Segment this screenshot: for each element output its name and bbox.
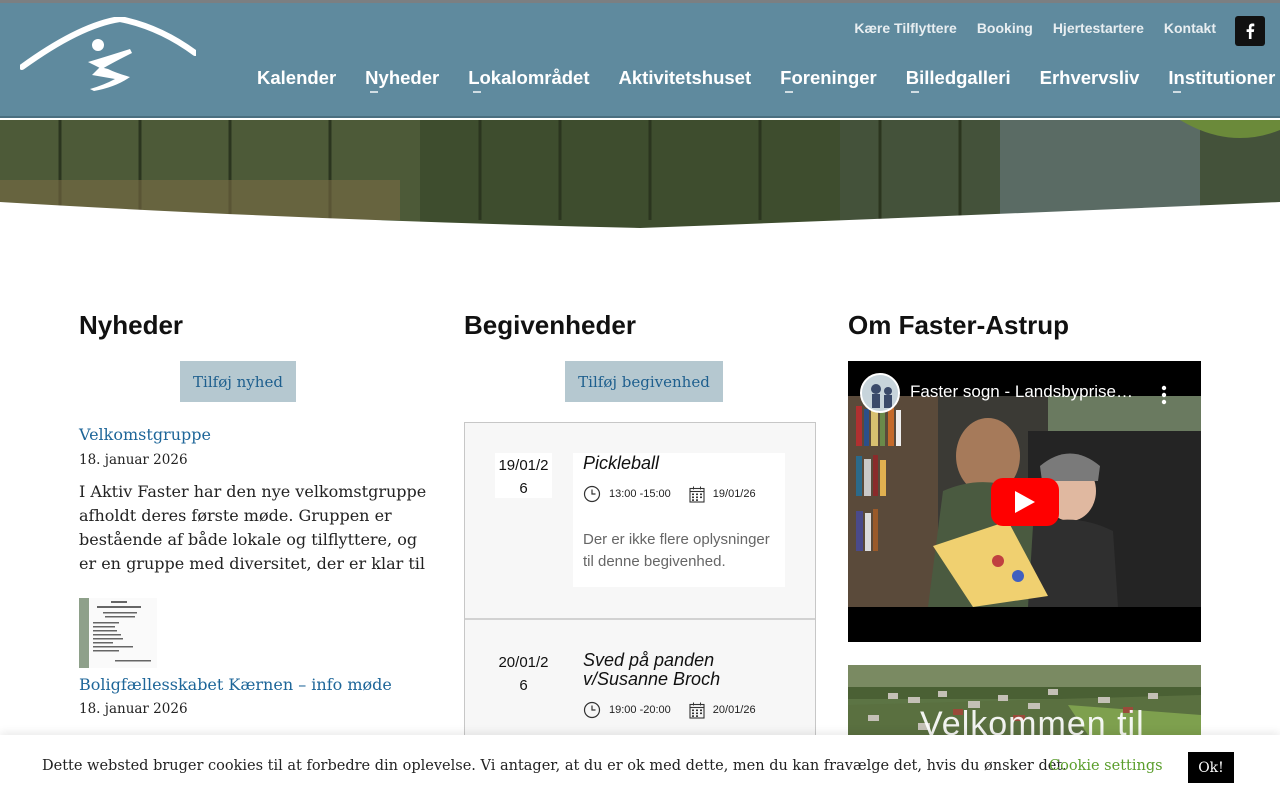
nav-erhvervsliv[interactable]: Erhvervsliv xyxy=(1040,67,1140,89)
news-item-date: 18. januar 2026 xyxy=(79,701,188,717)
event-date-line: 6 xyxy=(519,677,528,694)
secnav-booking[interactable]: Booking xyxy=(977,20,1033,36)
channel-avatar[interactable] xyxy=(860,373,900,413)
cookie-banner: Dette websted bruger cookies til at forb… xyxy=(0,735,1280,800)
nav-institutioner[interactable]: Institutioner xyxy=(1168,67,1276,93)
more-options-icon[interactable] xyxy=(1160,385,1168,405)
news-heading: Nyheder xyxy=(79,310,184,340)
event-divider xyxy=(465,618,815,620)
site-header: Kære Tilflyttere Booking Hjertestartere … xyxy=(0,3,1280,118)
nav-foreninger[interactable]: Foreninger xyxy=(780,67,877,93)
main-nav: Kalender Nyheder Lokalområdet Aktivitets… xyxy=(257,67,1276,93)
nav-label: Foreninger xyxy=(780,67,877,88)
event-meta: 13:00 -15:00 19/01/26 xyxy=(583,485,775,503)
calendar-icon xyxy=(689,702,705,719)
video-title[interactable]: Faster sogn - Landsbyprise… xyxy=(910,382,1133,402)
cookie-message: Dette websted bruger cookies til at forb… xyxy=(42,758,1067,774)
nav-kalender[interactable]: Kalender xyxy=(257,67,336,89)
nav-label: Lokalområdet xyxy=(468,67,590,88)
nav-billedgalleri[interactable]: Billedgalleri xyxy=(905,67,1011,93)
secondary-nav: Kære Tilflyttere Booking Hjertestartere … xyxy=(854,20,1216,36)
events-heading: Begivenheder xyxy=(464,310,636,340)
calendar-icon xyxy=(689,486,705,503)
event-meta: 19:00 -20:00 20/01/26 xyxy=(583,701,775,719)
news-item-date: 18. januar 2026 xyxy=(79,452,188,468)
news-item-title[interactable]: Velkomstgruppe xyxy=(79,425,211,444)
facebook-icon xyxy=(1246,23,1255,39)
news-item-excerpt: I Aktiv Faster har den nye velkomstgrupp… xyxy=(79,482,427,573)
secnav-hjertestartere[interactable]: Hjertestartere xyxy=(1053,20,1144,36)
event-title[interactable]: Sved på panden v/Susanne Broch xyxy=(583,650,775,689)
nav-label: Billedgalleri xyxy=(905,67,1011,88)
news-item-title[interactable]: Boligfællesskabet Kærnen – info møde xyxy=(79,675,392,694)
nav-label: Institutioner xyxy=(1168,67,1276,88)
play-icon xyxy=(1015,491,1035,513)
nav-aktivitetshuset[interactable]: Aktivitetshuset xyxy=(619,67,752,89)
nav-label: Aktivitetshuset xyxy=(618,67,752,88)
event-time: 13:00 -15:00 xyxy=(609,488,671,500)
youtube-video[interactable]: Faster sogn - Landsbyprise… xyxy=(848,361,1201,642)
event-date-line: 20/01/2 xyxy=(498,654,549,671)
cookie-accept-button[interactable]: Ok! xyxy=(1188,752,1234,783)
submenu-indicator xyxy=(473,91,482,93)
submenu-indicator xyxy=(910,91,919,93)
clock-icon xyxy=(583,701,601,719)
nav-label: Erhvervsliv xyxy=(1039,67,1140,88)
event-date-badge: 20/01/2 6 xyxy=(495,650,552,697)
secnav-kaere-tilflyttere[interactable]: Kære Tilflyttere xyxy=(854,20,956,36)
nav-nyheder[interactable]: Nyheder xyxy=(365,67,440,93)
nav-label: Kalender xyxy=(257,67,337,88)
event-date-line: 6 xyxy=(519,480,528,497)
event-date: 19/01/26 xyxy=(712,488,756,500)
nav-label: Nyheder xyxy=(365,67,440,88)
event-time: 19:00 -20:00 xyxy=(609,704,671,716)
clock-icon xyxy=(583,485,601,503)
submenu-indicator xyxy=(785,91,794,93)
submenu-indicator xyxy=(370,91,379,93)
add-event-button[interactable]: Tilføj begivenhed xyxy=(565,361,723,402)
event-card: Pickleball 13:00 -15:00 19/01/26 Der er … xyxy=(573,453,785,587)
event-description: Der er ikke flere oplysninger til denne … xyxy=(583,531,770,570)
site-logo[interactable] xyxy=(19,15,198,91)
about-heading: Om Faster-Astrup xyxy=(848,310,1070,340)
hero-forest-image xyxy=(0,120,1280,230)
secnav-kontakt[interactable]: Kontakt xyxy=(1164,20,1216,36)
event-title[interactable]: Pickleball xyxy=(583,453,775,473)
nav-lokalomraadet[interactable]: Lokalområdet xyxy=(468,67,590,93)
play-button[interactable] xyxy=(991,478,1059,526)
add-news-button[interactable]: Tilføj nyhed xyxy=(180,361,296,402)
event-card: Sved på panden v/Susanne Broch 19:00 -20… xyxy=(573,650,785,719)
event-date-line: 19/01/2 xyxy=(498,457,549,474)
event-date: 20/01/26 xyxy=(712,704,756,716)
news-thumbnail[interactable] xyxy=(79,598,157,668)
facebook-link[interactable] xyxy=(1235,16,1265,46)
cookie-settings-link[interactable]: Cookie settings xyxy=(1049,758,1163,774)
event-date-badge: 19/01/2 6 xyxy=(495,453,552,498)
submenu-indicator xyxy=(1173,91,1182,93)
